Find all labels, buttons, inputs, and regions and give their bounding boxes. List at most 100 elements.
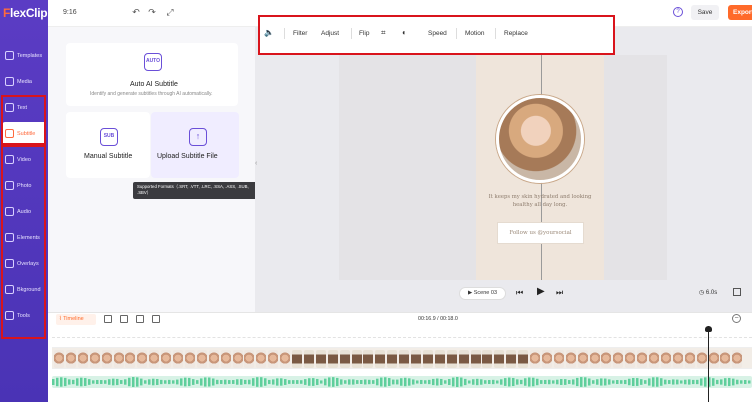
waveform-bar [316, 378, 319, 386]
play-icon[interactable]: ▶ [537, 286, 545, 297]
upload-subtitle-card[interactable]: ↑ Upload Subtitle File [151, 112, 239, 178]
sidebar-item-templates[interactable]: Templates [0, 44, 48, 68]
sidebar-item-subtitle[interactable]: Subtitle [2, 122, 46, 146]
sidebar-item-overlays[interactable]: Overlays [0, 252, 48, 276]
aspect-ratio-selector[interactable]: 9:16 [63, 9, 77, 16]
waveform-bar [56, 377, 59, 387]
sidebar-item-label: Subtitle [17, 131, 36, 137]
sidebar-item-bkground[interactable]: Bkground [0, 278, 48, 302]
skip-forward-icon[interactable]: ⏭ [556, 288, 563, 298]
add-scene-icon[interactable] [104, 315, 112, 323]
audio-icon [5, 207, 14, 216]
clip-thumbnail [339, 350, 350, 368]
sidebar-item-text[interactable]: Text [0, 96, 48, 120]
redo-icon[interactable]: ↷ [147, 7, 157, 17]
fullscreen-icon[interactable] [733, 288, 741, 296]
clip-thumbnail [649, 350, 659, 368]
clip-thumbnail [149, 350, 160, 368]
waveform-bar [420, 379, 423, 385]
timeline-toggle-button[interactable]: ⌇ Timeline [56, 314, 96, 325]
waveform-bar [336, 377, 339, 387]
waveform-bar [108, 379, 111, 385]
waveform-bar [564, 379, 567, 385]
clip-thumbnail [732, 350, 743, 368]
waveform-bar [740, 380, 743, 384]
speed-button[interactable]: Speed [428, 30, 447, 37]
volume-icon[interactable]: 🔈 [264, 28, 274, 37]
app-logo[interactable]: FlexClip [3, 6, 48, 20]
adjust-button[interactable]: Adjust [321, 30, 339, 37]
clip-thumbnail [601, 350, 612, 368]
clip-thumbnail [77, 350, 88, 368]
waveform-bar [240, 379, 243, 385]
filter-button[interactable]: Filter [293, 30, 307, 37]
waveform-bar [320, 380, 323, 384]
contrast-icon[interactable]: ◐ [402, 28, 407, 37]
sidebar: FlexClip Templates Media Text Subtitle Video… [0, 0, 48, 402]
sidebar-item-video[interactable]: Video [0, 148, 48, 172]
undo-icon[interactable]: ↶ [131, 7, 141, 17]
follow-us-text[interactable]: Follow us @yoursocial [497, 222, 584, 244]
portrait-photo[interactable] [496, 95, 584, 183]
replace-button[interactable]: Replace [504, 30, 528, 37]
sidebar-item-elements[interactable]: Elements [0, 226, 48, 250]
waveform-bar [516, 379, 519, 385]
waveform-bar [296, 380, 299, 384]
caption-text[interactable]: It keeps my skin hydrated and looking he… [484, 193, 596, 209]
export-button[interactable]: Export [728, 5, 752, 20]
sidebar-item-tools[interactable]: Tools [0, 304, 48, 328]
playhead [708, 326, 709, 402]
sidebar-item-label: Audio [17, 209, 32, 215]
tools-icon [5, 311, 14, 320]
manual-subtitle-card[interactable]: SUB Manual Subtitle [66, 112, 150, 178]
fit-screen-icon[interactable]: ⤢ [165, 7, 175, 17]
auto-ai-subtitle-card[interactable]: AUTO Auto AI Subtitle Identify and gener… [66, 43, 238, 106]
crop-icon[interactable]: ⌗ [381, 28, 386, 38]
waveform-bar [652, 377, 655, 387]
waveform-bar [116, 378, 119, 386]
video-track[interactable] [52, 347, 752, 369]
clip-thumbnail [577, 350, 588, 368]
help-icon[interactable]: ? [673, 7, 683, 17]
waveform-bar [580, 377, 583, 387]
divider [495, 28, 496, 39]
motion-button[interactable]: Motion [465, 30, 485, 37]
waveform-bar [508, 377, 511, 387]
audio-track[interactable] [52, 376, 752, 388]
duplicate-icon[interactable] [136, 315, 144, 323]
waveform-bar [736, 379, 739, 385]
waveform-bar [512, 377, 515, 387]
waveform-bar [720, 379, 723, 385]
skip-back-icon[interactable]: ⏮ [516, 288, 523, 298]
collapse-panel-icon[interactable]: ‹ [255, 160, 261, 178]
waveform-bar [584, 377, 587, 387]
waveform-bar [456, 377, 459, 387]
waveform-bar [272, 379, 275, 385]
waveform-bar [500, 379, 503, 385]
waveform-bar [248, 379, 251, 385]
sidebar-item-label: Video [17, 157, 31, 163]
sidebar-item-photo[interactable]: Photo [0, 174, 48, 198]
flip-button[interactable]: Flip [359, 30, 369, 37]
clip-thumbnail [268, 350, 279, 368]
sidebar-item-audio[interactable]: Audio [0, 200, 48, 224]
elements-icon [5, 233, 14, 242]
waveform-bar [120, 380, 123, 384]
split-icon[interactable] [120, 315, 128, 323]
waveform-bar [276, 378, 279, 386]
scene-selector[interactable]: ▶ Scene 03 [459, 287, 506, 300]
save-button[interactable]: Save [691, 5, 719, 20]
clip-thumbnail [315, 350, 326, 368]
waveform-bar [208, 377, 211, 387]
sidebar-item-media[interactable]: Media [0, 70, 48, 94]
edit-toolbar: 🔈 Filter Adjust Flip ⌗ ◐ Speed Motion Re… [258, 16, 614, 54]
clip-thumbnail [422, 350, 433, 368]
waveform-bar [348, 379, 351, 385]
waveform-bar [76, 378, 79, 386]
delete-icon[interactable] [152, 315, 160, 323]
clip-thumbnail [672, 350, 683, 368]
zoom-out-icon[interactable]: − [732, 314, 741, 323]
waveform-bar [520, 379, 523, 385]
scene-duration[interactable]: ◷ 6.0s [699, 289, 717, 296]
waveform-bar [412, 379, 415, 385]
